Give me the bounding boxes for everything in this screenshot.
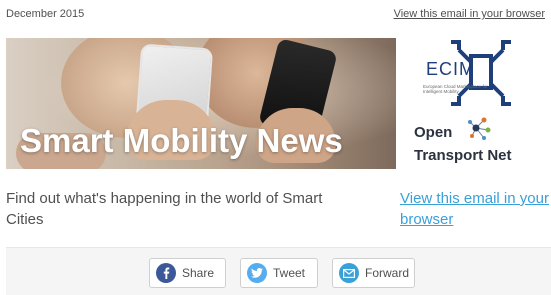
intro-text: Find out what's happening in the world o… — [6, 190, 323, 228]
view-in-browser-link[interactable]: View this email in your browser — [400, 188, 550, 230]
ecim-logo-tagline: European Cloud Marketplace for Intellige… — [423, 84, 488, 94]
hero-banner: Smart Mobility News — [6, 38, 396, 169]
email-icon — [339, 263, 359, 283]
forward-label: Forward — [365, 266, 410, 280]
otn-logo-line2: Transport Net — [414, 147, 512, 164]
twitter-tweet-button[interactable]: Tweet — [240, 258, 318, 288]
share-label: Share — [182, 266, 215, 280]
facebook-share-button[interactable]: Share — [149, 258, 226, 288]
email-forward-button[interactable]: Forward — [332, 258, 415, 288]
social-share-bar: Share Tweet Forward — [6, 247, 551, 295]
twitter-icon — [247, 263, 267, 283]
tweet-label: Tweet — [273, 266, 306, 280]
view-in-browser-link-top[interactable]: View this email in your browser — [394, 8, 545, 20]
preheader: December 2015 View this email in your br… — [0, 0, 551, 30]
ecim-logo-text: ECIM — [426, 59, 475, 79]
facebook-icon — [156, 263, 176, 283]
issue-date: December 2015 — [6, 8, 85, 20]
newsletter-title: Smart Mobility News — [20, 122, 343, 159]
otn-logo-line1: Open — [414, 124, 453, 141]
